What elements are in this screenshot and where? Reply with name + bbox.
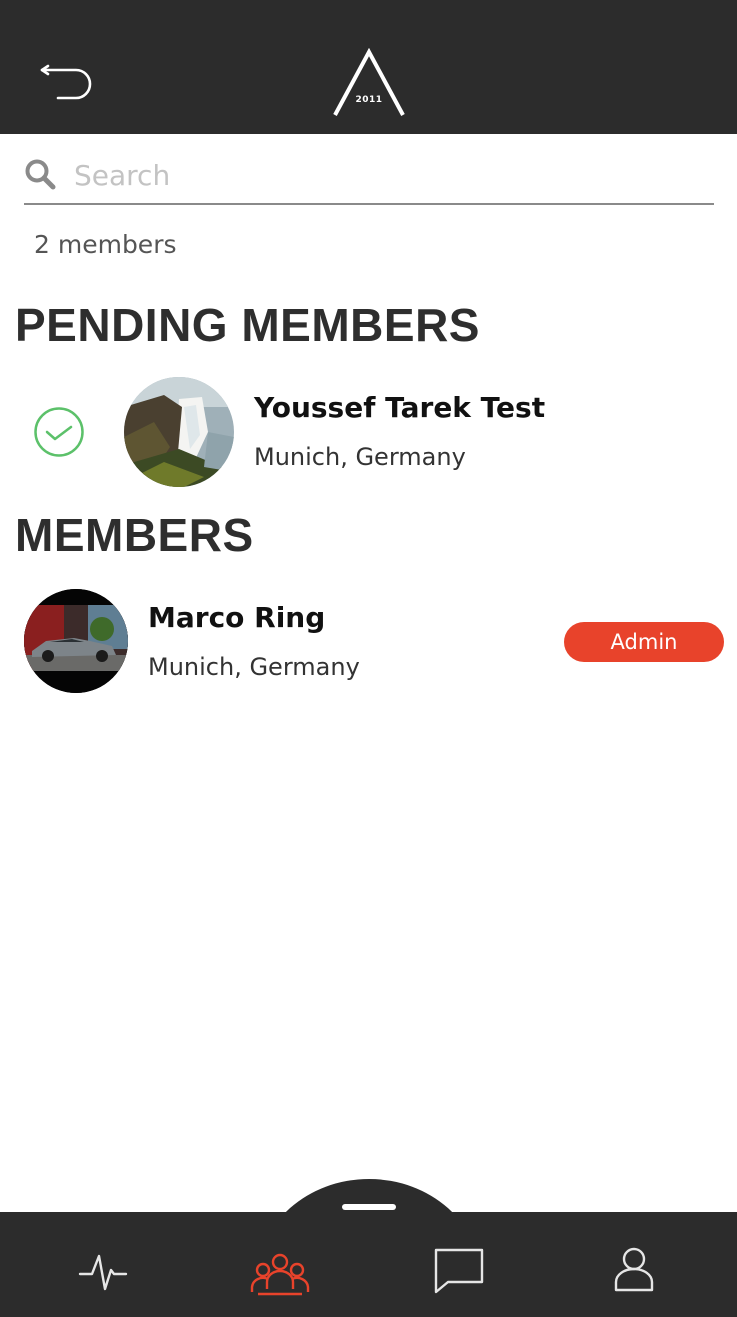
member-name: Youssef Tarek Test [254, 391, 546, 424]
member-name: Marco Ring [148, 601, 326, 634]
profile-icon[interactable] [604, 1242, 664, 1302]
member-location: Munich, Germany [254, 443, 466, 471]
admin-badge: Admin [564, 622, 724, 662]
search-input[interactable] [74, 152, 694, 198]
search-bar [24, 150, 714, 205]
search-icon [25, 159, 56, 190]
logo: 2011 [333, 48, 405, 116]
back-arrow-icon[interactable] [36, 56, 100, 106]
members-heading: MEMBERS [15, 509, 254, 561]
members-count: 2 members [34, 230, 177, 259]
members-icon[interactable] [250, 1242, 310, 1302]
activity-icon[interactable] [72, 1242, 132, 1302]
avatar[interactable] [24, 589, 128, 693]
pending-members-heading: PENDING MEMBERS [15, 299, 480, 351]
logo-year: 2011 [355, 95, 382, 105]
chat-icon[interactable] [430, 1242, 490, 1302]
member-location: Munich, Germany [148, 653, 360, 681]
check-circle-icon[interactable] [33, 406, 85, 458]
tab-bar [0, 1212, 737, 1317]
top-bar: 2011 [0, 0, 737, 134]
avatar[interactable] [124, 377, 234, 487]
